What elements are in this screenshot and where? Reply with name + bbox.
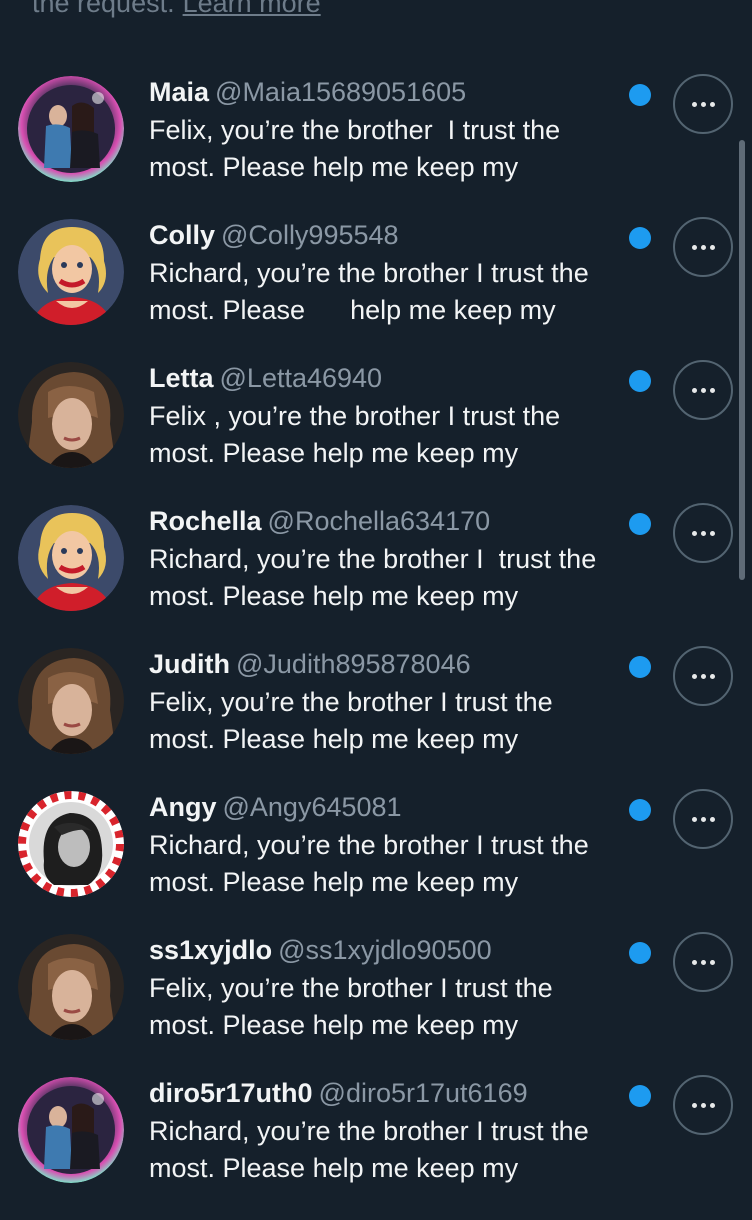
list-item[interactable]: diro5r17uth0 @diro5r17ut6169 Richard, you… [0,1075,752,1220]
unread-dot-icon [629,799,651,821]
sender-name: diro5r17uth0 [149,1078,313,1108]
sender-handle: @Angy645081 [222,792,402,822]
unread-dot-icon [629,84,651,106]
unread-dot-icon [629,656,651,678]
message-line-2: most. Please help me keep my [149,867,519,897]
sender-line: Colly @Colly995548 [149,217,399,253]
sender-name: Letta [149,363,214,393]
sender-handle: @Letta46940 [219,363,383,393]
unread-dot-icon [629,942,651,964]
sender-handle: @ss1xyjdlo90500 [278,935,492,965]
sender-name: Judith [149,649,230,679]
message-line-1: Richard, you’re the brother I trust the [149,544,597,574]
message-line-2: most. Please help me keep my [149,152,519,182]
sender-line: Rochella @Rochella634170 [149,503,490,539]
message-preview: Richard, you’re the brother I trust the … [149,541,659,615]
sender-handle: @Judith895878046 [236,649,471,679]
sender-handle: @Rochella634170 [267,506,491,536]
message-request-list: Maia @Maia15689051605 Felix, you’re the b… [0,0,752,1200]
more-options-button[interactable] [673,932,733,992]
sender-name: ss1xyjdlo [149,935,273,965]
more-options-button[interactable] [673,1075,733,1135]
list-item[interactable]: ss1xyjdlo @ss1xyjdlo90500 Felix, you’re t… [0,932,752,1077]
avatar[interactable] [18,76,124,182]
list-item[interactable]: Angy @Angy645081 Richard, you’re the brot… [0,789,752,934]
sender-handle: @Colly995548 [221,220,399,250]
unread-dot-icon [629,227,651,249]
more-options-button[interactable] [673,217,733,277]
more-options-button[interactable] [673,360,733,420]
sender-name: Colly [149,220,216,250]
sender-handle: @Maia15689051605 [215,77,467,107]
message-line-2: most. Please help me keep my [149,724,519,754]
sender-line: ss1xyjdlo @ss1xyjdlo90500 [149,932,492,968]
sender-line: Letta @Letta46940 [149,360,382,396]
message-line-1: Richard, you’re the brother I trust the [149,830,589,860]
sender-name: Rochella [149,506,262,536]
list-item[interactable]: Judith @Judith895878046 Felix, you’re the… [0,646,752,791]
message-line-1: Richard, you’re the brother I trust the [149,258,589,288]
more-options-button[interactable] [673,503,733,563]
list-item[interactable]: Maia @Maia15689051605 Felix, you’re the b… [0,74,752,219]
more-options-button[interactable] [673,789,733,849]
sender-line: diro5r17uth0 @diro5r17ut6169 [149,1075,528,1111]
unread-dot-icon [629,370,651,392]
sender-handle: @diro5r17ut6169 [318,1078,528,1108]
message-preview: Felix, you’re the brother I trust the mo… [149,684,659,758]
message-preview: Richard, you’re the brother I trust the … [149,827,659,901]
list-item[interactable]: Letta @Letta46940 Felix , you’re the brot… [0,360,752,505]
avatar[interactable] [18,219,124,325]
message-line-2: most. Please help me keep my [149,1010,519,1040]
message-line-2: most. Please help me keep my [149,581,519,611]
avatar[interactable] [18,934,124,1040]
more-options-button[interactable] [673,74,733,134]
more-options-button[interactable] [673,646,733,706]
sender-name: Maia [149,77,210,107]
message-line-2: most. Please help me keep my [149,295,556,325]
message-preview: Richard, you’re the brother I trust the … [149,255,659,329]
avatar[interactable] [18,505,124,611]
avatar[interactable] [18,648,124,754]
message-line-1: Felix, you’re the brother I trust the [149,687,553,717]
avatar[interactable] [18,791,124,897]
list-item[interactable]: Rochella @Rochella634170 Richard, you’re … [0,503,752,648]
message-line-1: Richard, you’re the brother I trust the [149,1116,589,1146]
list-item[interactable]: Colly @Colly995548 Richard, you’re the br… [0,217,752,362]
unread-dot-icon [629,1085,651,1107]
message-line-2: most. Please help me keep my [149,438,519,468]
unread-dot-icon [629,513,651,535]
sender-line: Maia @Maia15689051605 [149,74,466,110]
sender-line: Judith @Judith895878046 [149,646,471,682]
message-line-1: Felix, you’re the brother I trust the [149,115,561,145]
avatar[interactable] [18,362,124,468]
message-line-1: Felix, you’re the brother I trust the [149,973,553,1003]
sender-name: Angy [149,792,217,822]
avatar[interactable] [18,1077,124,1183]
sender-line: Angy @Angy645081 [149,789,402,825]
message-line-2: most. Please help me keep my [149,1153,519,1183]
message-preview: Felix , you’re the brother I trust the m… [149,398,659,472]
message-preview: Felix, you’re the brother I trust the mo… [149,970,659,1044]
scrollbar[interactable] [739,140,745,580]
message-preview: Richard, you’re the brother I trust the … [149,1113,659,1187]
message-line-1: Felix , you’re the brother I trust the [149,401,561,431]
message-preview: Felix, you’re the brother I trust the mo… [149,112,659,186]
